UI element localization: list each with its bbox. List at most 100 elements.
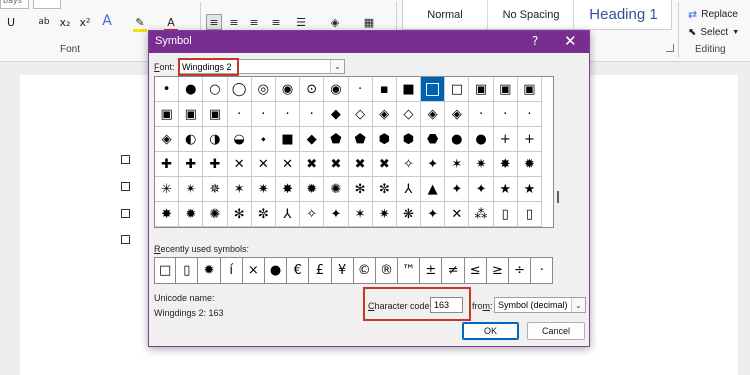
symbol-cell[interactable]: ◇ [348, 102, 373, 127]
symbol-cell-selected[interactable] [421, 77, 446, 102]
symbol-cell[interactable]: ✷ [469, 152, 494, 177]
symbol-cell[interactable]: ★ [517, 177, 542, 202]
symbol-cell[interactable]: ✵ [203, 177, 228, 202]
chevron-down-icon[interactable]: ⌄ [571, 298, 585, 312]
symbol-cell[interactable]: ✳ [155, 177, 180, 202]
symbol-cell[interactable]: ⅄ [396, 177, 422, 202]
symbol-cell[interactable]: ✶ [227, 177, 252, 202]
symbol-cell[interactable]: · [348, 77, 373, 102]
symbol-cell[interactable]: ▣ [517, 77, 542, 102]
ok-button[interactable]: OK [462, 322, 519, 340]
recent-symbol[interactable]: · [531, 257, 554, 284]
symbol-cell[interactable]: ▣ [469, 77, 494, 102]
symbol-cell[interactable]: ◯ [227, 77, 252, 102]
recent-symbol[interactable]: © [353, 257, 376, 284]
font-size-box[interactable] [33, 0, 61, 9]
style-normal[interactable]: Normal [403, 0, 488, 29]
recent-symbol[interactable]: ¥ [331, 257, 354, 284]
symbol-cell[interactable]: ★ [493, 177, 518, 202]
symbol-cell[interactable]: ◆ [324, 102, 349, 127]
symbol-cell[interactable]: ✦ [421, 202, 446, 227]
symbol-cell[interactable]: · [517, 102, 542, 127]
recent-symbol[interactable]: ▯ [176, 257, 199, 284]
symbol-grid[interactable]: • ● ○ ◯ ◎ ◉ ⊙ ◉ · ▪ ■ □ ▣ ▣ ▣ ▣ ▣ ▣ · · … [154, 76, 554, 228]
symbol-cell[interactable]: + [493, 127, 518, 152]
line-spacing-icon[interactable]: ☰ [292, 14, 310, 30]
symbol-cell[interactable]: ✶ [348, 202, 373, 227]
symbol-cell[interactable]: ✚ [155, 152, 180, 177]
recent-symbol[interactable]: ≤ [464, 257, 487, 284]
symbol-cell[interactable]: ✦ [421, 152, 446, 177]
symbol-cell[interactable]: ✺ [324, 177, 349, 202]
symbol-cell[interactable]: ✕ [275, 152, 301, 177]
text-effects-button[interactable]: A [98, 12, 116, 30]
symbol-cell[interactable]: ▲ [421, 177, 446, 202]
style-no-spacing[interactable]: No Spacing [489, 0, 574, 29]
symbol-cell[interactable]: ✸ [275, 177, 301, 202]
symbol-cell[interactable]: ⬢ [372, 127, 397, 152]
recent-symbol[interactable]: ● [264, 257, 288, 284]
symbol-cell[interactable]: ⊙ [300, 77, 325, 102]
symbol-cell[interactable]: ◐ [179, 127, 204, 152]
symbol-cell[interactable]: ⬩ [251, 127, 276, 152]
subscript-button[interactable]: x₂ [58, 14, 72, 30]
close-icon[interactable]: ✕ [564, 32, 577, 50]
symbol-cell[interactable]: ◉ [324, 77, 349, 102]
symbol-cell[interactable]: ✴ [179, 177, 204, 202]
symbol-cell[interactable]: · [275, 102, 301, 127]
symbol-cell[interactable]: ✦ [445, 177, 470, 202]
recent-symbol[interactable]: × [242, 257, 265, 284]
symbol-cell[interactable]: ▯ [493, 202, 518, 227]
symbol-cell[interactable]: ◈ [445, 102, 470, 127]
symbol-cell[interactable]: ✹ [179, 202, 204, 227]
symbol-cell[interactable]: ⬟ [324, 127, 349, 152]
symbol-cell[interactable]: ◎ [251, 77, 276, 102]
symbol-cell[interactable]: ✷ [251, 177, 276, 202]
symbol-cell[interactable]: ▣ [203, 102, 228, 127]
recent-symbol[interactable]: í [220, 257, 243, 284]
symbol-cell[interactable]: ✶ [445, 152, 470, 177]
symbol-cell[interactable]: ◉ [275, 77, 301, 102]
font-name-box[interactable]: bays [0, 0, 29, 9]
symbol-cell[interactable]: ◆ [300, 127, 325, 152]
select-button[interactable]: ⬉ Select ▼ [688, 27, 739, 38]
symbol-cell[interactable]: ⬟ [348, 127, 373, 152]
align-center-icon[interactable]: ≡ [226, 14, 242, 30]
symbol-cell[interactable]: ✹ [300, 177, 325, 202]
symbol-cell[interactable]: ◒ [227, 127, 252, 152]
highlight-color-icon[interactable]: ✎ [132, 14, 148, 30]
symbol-cell[interactable]: ◇ [396, 102, 422, 127]
symbol-cell[interactable]: ✖ [324, 152, 349, 177]
symbol-cell[interactable]: · [300, 102, 325, 127]
symbol-cell[interactable]: ▣ [155, 102, 180, 127]
cancel-button[interactable]: Cancel [527, 322, 585, 340]
symbol-cell[interactable]: ⬢ [396, 127, 422, 152]
symbol-cell[interactable]: ▣ [493, 77, 518, 102]
symbol-cell[interactable]: ✧ [396, 152, 422, 177]
symbol-cell[interactable]: ✖ [348, 152, 373, 177]
recent-symbol[interactable]: ≠ [442, 257, 465, 284]
symbol-cell[interactable]: ✦ [469, 177, 494, 202]
chevron-down-icon[interactable]: ⌄ [330, 60, 344, 73]
recent-symbol[interactable]: ÷ [509, 257, 532, 284]
justify-icon[interactable]: ≡ [268, 14, 284, 30]
symbol-cell[interactable]: ● [179, 77, 204, 102]
strikethrough-button[interactable]: ab [36, 14, 52, 30]
from-select[interactable]: Symbol (decimal) ⌄ [494, 297, 586, 313]
symbol-cell[interactable]: ✖ [372, 152, 397, 177]
symbol-cell[interactable]: ✷ [372, 202, 397, 227]
symbol-cell[interactable]: ✚ [179, 152, 204, 177]
shading-icon[interactable]: ◈ [326, 14, 344, 30]
symbol-cell[interactable]: ✕ [251, 152, 276, 177]
symbol-cell[interactable]: ◑ [203, 127, 228, 152]
symbol-cell[interactable]: ■ [396, 77, 422, 102]
symbol-cell[interactable]: ✧ [300, 202, 325, 227]
recent-symbol[interactable]: ✹ [198, 257, 221, 284]
replace-button[interactable]: ⇄ Replace [688, 8, 738, 21]
symbol-cell[interactable]: • [155, 77, 180, 102]
symbol-cell[interactable]: ▯ [517, 202, 542, 227]
font-color-icon[interactable]: A [164, 14, 178, 30]
symbol-cell[interactable]: ✻ [348, 177, 373, 202]
symbol-cell[interactable]: ❋ [396, 202, 422, 227]
symbol-cell[interactable]: ◈ [421, 102, 446, 127]
